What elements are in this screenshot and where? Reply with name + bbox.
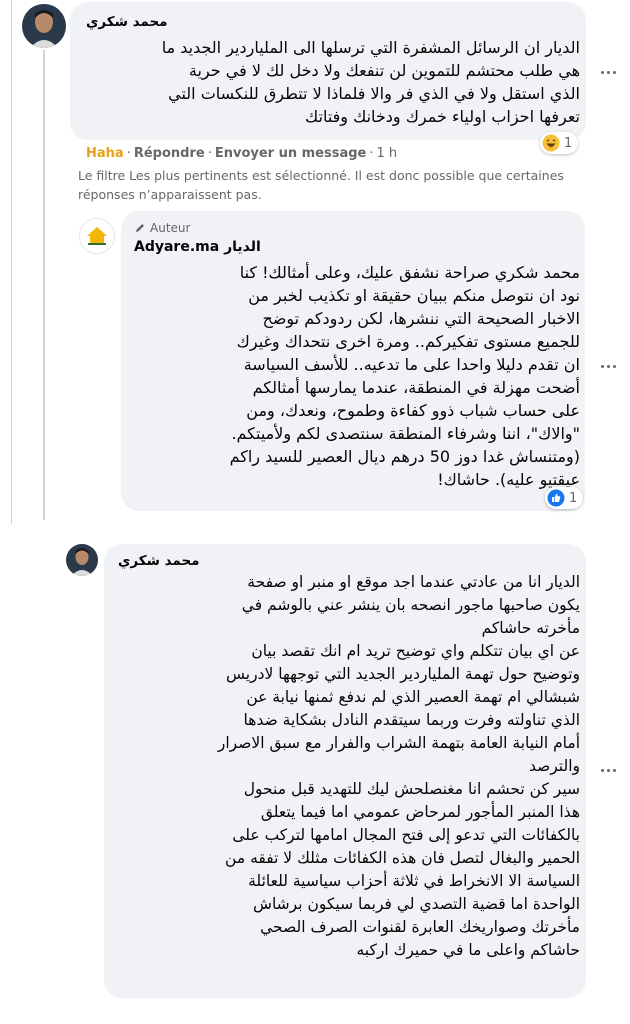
comment-author[interactable]: محمد شكري — [86, 14, 168, 30]
thread-line — [43, 50, 45, 520]
page-avatar[interactable] — [79, 218, 115, 254]
more-options-button[interactable] — [597, 355, 619, 377]
divider-line — [11, 0, 12, 524]
comment-actions: Haha · Répondre · Envoyer un message · 1 h — [86, 146, 398, 161]
comment-text: الديار ان الرسائل المشفرة التي ترسلها ال… — [161, 38, 580, 126]
timestamp[interactable]: 1 h — [377, 146, 398, 161]
reaction-count: 1 — [564, 135, 573, 151]
reply-link[interactable]: Répondre — [134, 146, 205, 161]
send-message-link[interactable]: Envoyer un message — [215, 146, 367, 161]
haha-icon — [542, 134, 560, 152]
reply-text: محمد شكري صراحة نشفق عليك، وعلى أمثالك! … — [229, 263, 580, 489]
comment-text: الديار انا من عادتي عندما اجد موقع او من… — [217, 573, 580, 959]
more-options-button[interactable] — [597, 759, 619, 781]
adyare-logo-icon — [80, 219, 114, 253]
haha-reaction-link[interactable]: Haha — [86, 146, 124, 161]
like-icon — [547, 489, 565, 507]
reaction-summary[interactable]: 1 — [540, 132, 579, 154]
filter-note: Le filtre Les plus pertinents est sélect… — [78, 168, 564, 202]
pencil-icon — [136, 224, 144, 232]
comment-author[interactable]: محمد شكري — [118, 553, 200, 569]
reaction-count: 1 — [569, 490, 578, 506]
reaction-summary[interactable]: 1 — [545, 487, 584, 509]
avatar[interactable] — [66, 544, 98, 576]
more-options-button[interactable] — [597, 61, 619, 83]
avatar[interactable] — [22, 4, 66, 48]
author-badge: Auteur — [134, 221, 190, 235]
reply-author[interactable]: Adyare.ma الديار — [134, 239, 261, 255]
